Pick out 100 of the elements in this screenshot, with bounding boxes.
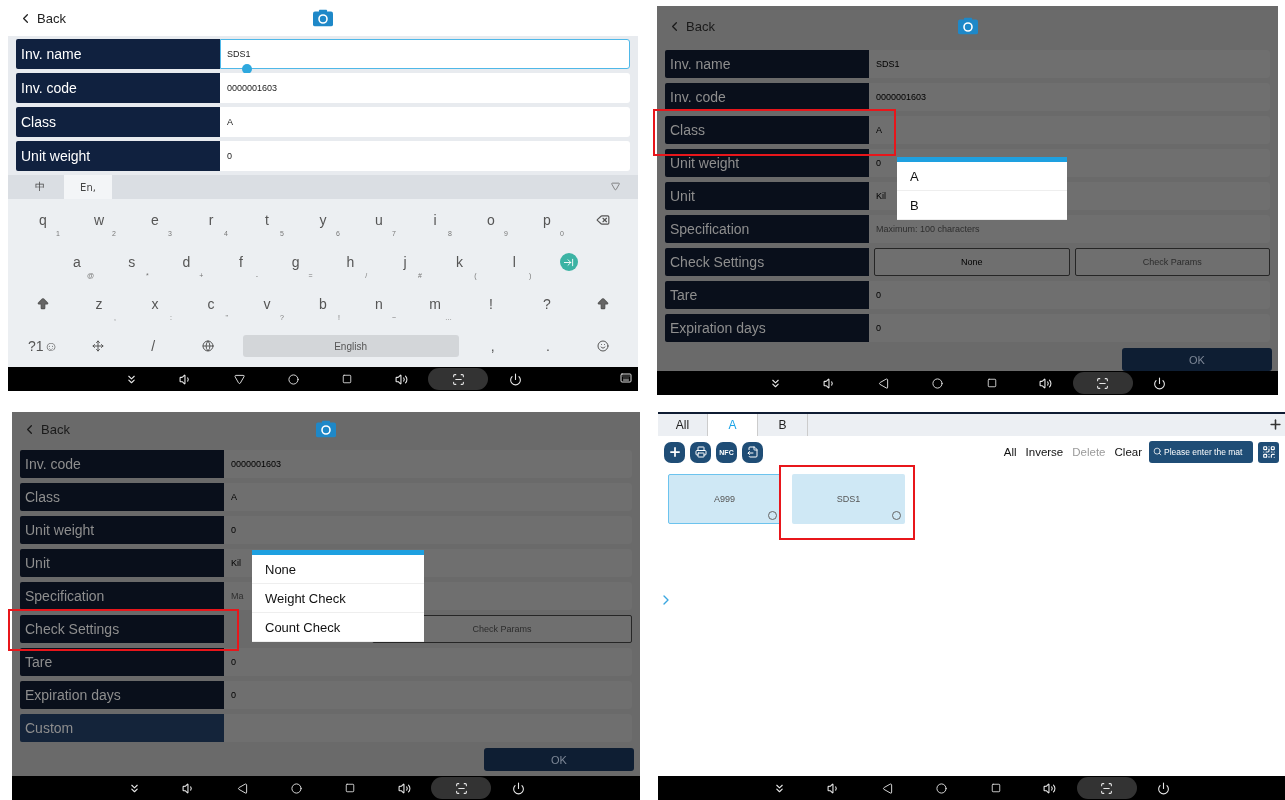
screenshot-button[interactable] bbox=[1072, 372, 1133, 394]
add-tab-button[interactable] bbox=[1268, 417, 1283, 432]
collapse-icon bbox=[611, 182, 620, 191]
volume-down-icon bbox=[181, 781, 195, 795]
input-field[interactable]: 0 bbox=[224, 681, 632, 709]
option-button[interactable]: None bbox=[874, 248, 1070, 276]
power-icon bbox=[508, 372, 522, 386]
input-field[interactable]: 0 bbox=[220, 141, 630, 171]
input-field[interactable]: 0 bbox=[869, 314, 1270, 342]
screenshot-icon bbox=[454, 781, 468, 795]
keyboard-key[interactable]: / bbox=[132, 329, 175, 363]
field-label: Unit weight bbox=[665, 149, 869, 177]
volume-up-icon bbox=[1039, 376, 1052, 390]
field-label: Check Settings bbox=[20, 615, 224, 643]
input-field[interactable]: A bbox=[869, 116, 1270, 144]
input-field[interactable]: 0 bbox=[224, 516, 632, 544]
field-label: Class bbox=[665, 116, 869, 144]
field-label: Specification bbox=[665, 215, 869, 243]
field-label: Tare bbox=[665, 281, 869, 309]
globe-icon bbox=[202, 340, 215, 352]
ok-button[interactable]: OK bbox=[1122, 348, 1272, 371]
space-key[interactable]: English bbox=[242, 335, 459, 357]
volume-down-icon bbox=[823, 376, 836, 390]
field-label: Class bbox=[16, 107, 220, 137]
back-button[interactable]: Back bbox=[18, 10, 66, 26]
input-field[interactable]: A bbox=[220, 107, 630, 137]
action-link[interactable]: Clear bbox=[1112, 446, 1144, 458]
export-icon bbox=[746, 446, 759, 458]
plus-icon bbox=[1268, 417, 1283, 432]
screenshot-button[interactable] bbox=[428, 368, 488, 390]
field-label: Expiration days bbox=[20, 681, 224, 709]
recents-icon bbox=[345, 783, 355, 793]
tool-button[interactable] bbox=[690, 441, 711, 463]
input-field[interactable]: 0 bbox=[869, 281, 1270, 309]
backspace-icon bbox=[596, 213, 610, 227]
scan-button[interactable] bbox=[1258, 441, 1279, 463]
field-label: Check Settings bbox=[665, 248, 869, 276]
smiley-icon bbox=[597, 340, 609, 352]
tool-button[interactable] bbox=[664, 441, 685, 463]
home-icon bbox=[290, 782, 302, 794]
enter-icon bbox=[559, 253, 578, 271]
camera-icon bbox=[316, 420, 336, 438]
screenshot-button[interactable] bbox=[1076, 777, 1137, 799]
field-label: Inv. name bbox=[665, 50, 869, 78]
field-label: Tare bbox=[20, 648, 224, 676]
keyboard-key[interactable]: ?1☺ bbox=[22, 329, 64, 363]
home-icon bbox=[936, 782, 947, 794]
triangle-down-icon bbox=[233, 373, 245, 385]
recents-icon bbox=[342, 374, 352, 384]
ok-button[interactable]: OK bbox=[484, 748, 634, 771]
volume-down-icon bbox=[178, 372, 192, 386]
camera-icon bbox=[957, 17, 978, 35]
input-field[interactable]: 0000001603 bbox=[869, 83, 1270, 111]
power-icon bbox=[511, 781, 525, 795]
printer-icon bbox=[694, 446, 707, 458]
back-icon bbox=[236, 782, 248, 794]
volume-up-icon bbox=[1043, 781, 1056, 795]
input-mode-tab[interactable]: 中 bbox=[16, 175, 64, 199]
plus-icon bbox=[667, 445, 682, 459]
input-field[interactable]: 0000001603 bbox=[224, 450, 632, 478]
power-icon bbox=[1157, 781, 1170, 795]
tab[interactable]: B bbox=[758, 414, 808, 436]
input-field[interactable]: A bbox=[224, 483, 632, 511]
search-icon bbox=[1153, 447, 1162, 456]
keyboard-key[interactable]: ? bbox=[526, 287, 568, 321]
item-card[interactable]: A999 bbox=[668, 474, 781, 524]
input-field[interactable]: 0000001603 bbox=[220, 73, 630, 103]
action-link[interactable]: Inverse bbox=[1023, 446, 1066, 458]
field-label: Expiration days bbox=[665, 314, 869, 342]
input-mode-tab[interactable]: En, bbox=[64, 175, 112, 199]
shift-icon bbox=[596, 297, 610, 311]
field-label: Inv. name bbox=[16, 39, 220, 69]
volume-up-icon bbox=[397, 781, 411, 795]
field-label: Unit weight bbox=[16, 141, 220, 171]
back-icon bbox=[878, 377, 889, 389]
screenshot-button[interactable] bbox=[431, 777, 491, 799]
keyboard-key[interactable]: ! bbox=[470, 287, 512, 321]
field-label: Class bbox=[20, 483, 224, 511]
input-field[interactable]: SDS1 bbox=[869, 50, 1270, 78]
field-label: Inv. code bbox=[20, 450, 224, 478]
input-field[interactable]: 0 bbox=[224, 648, 632, 676]
keyboard-button[interactable] bbox=[620, 372, 632, 384]
volume-down-icon bbox=[827, 781, 840, 795]
tool-button[interactable] bbox=[742, 441, 763, 463]
field-label: Unit bbox=[20, 549, 224, 577]
recents-icon bbox=[986, 378, 997, 388]
action-link[interactable]: All bbox=[1001, 446, 1019, 458]
field-label: Unit bbox=[665, 182, 869, 210]
search-field[interactable]: Please enter the mat bbox=[1149, 441, 1253, 463]
field-label: Unit weight bbox=[20, 516, 224, 544]
item-card[interactable]: SDS1 bbox=[792, 474, 905, 524]
camera-icon bbox=[313, 9, 333, 27]
shift-icon bbox=[36, 297, 50, 311]
keyboard-key[interactable]: . bbox=[526, 329, 569, 363]
qr-code-icon bbox=[1261, 445, 1276, 459]
input-field[interactable] bbox=[224, 714, 632, 742]
keyboard-key[interactable]: , bbox=[471, 329, 514, 363]
keyboard-icon bbox=[620, 372, 632, 384]
field-label: Custom bbox=[20, 714, 224, 742]
field-label: Inv. code bbox=[665, 83, 869, 111]
